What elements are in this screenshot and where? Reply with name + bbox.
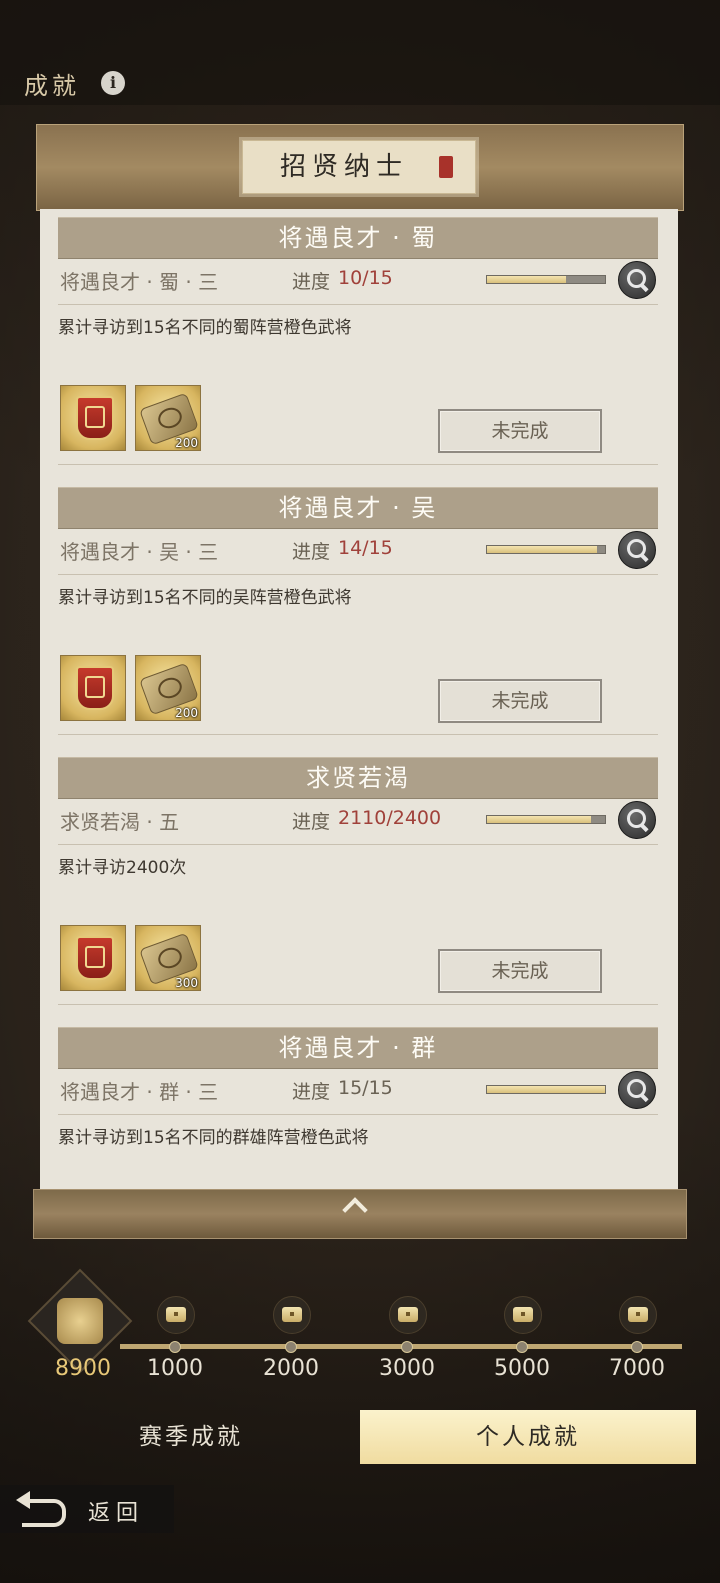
reward-badge-icon[interactable] bbox=[60, 385, 126, 451]
divider bbox=[58, 1004, 658, 1005]
divider bbox=[58, 1114, 658, 1115]
achievement-description: 累计寻访到15名不同的蜀阵营橙色武将 bbox=[58, 318, 352, 338]
reward-badge-icon[interactable] bbox=[60, 925, 126, 991]
chest-icon[interactable] bbox=[619, 1296, 657, 1334]
milestone-dot bbox=[169, 1341, 181, 1353]
progress-value: 10/15 bbox=[338, 267, 393, 289]
chest-icon[interactable] bbox=[389, 1296, 427, 1334]
chest-icon[interactable] bbox=[504, 1296, 542, 1334]
progress-label: 进度 bbox=[292, 541, 331, 563]
section-header: 将遇良才 · 吴 bbox=[58, 487, 658, 529]
achievement-description: 累计寻访到15名不同的吴阵营橙色武将 bbox=[58, 588, 352, 608]
milestone-dot bbox=[285, 1341, 297, 1353]
progress-label: 进度 bbox=[292, 271, 331, 293]
progress-label: 进度 bbox=[292, 1081, 331, 1103]
reward-quantity: 300 bbox=[175, 976, 198, 990]
progress-fill bbox=[487, 1086, 605, 1093]
milestone-dot bbox=[631, 1341, 643, 1353]
progress-value: 14/15 bbox=[338, 537, 393, 559]
reward-scroll-icon[interactable]: 300 bbox=[135, 925, 201, 991]
back-button[interactable]: 返回 bbox=[0, 1485, 174, 1533]
progress-fill bbox=[487, 816, 591, 823]
back-arrowhead-icon bbox=[16, 1491, 30, 1509]
status-button[interactable]: 未完成 bbox=[438, 679, 602, 723]
divider bbox=[58, 734, 658, 735]
achievement-name: 将遇良才 · 群 · 三 bbox=[60, 1080, 219, 1104]
progress-fill bbox=[487, 276, 566, 283]
divider bbox=[58, 464, 658, 465]
tab-personal-achievements[interactable]: 个人成就 bbox=[360, 1410, 696, 1464]
milestone-value: 1000 bbox=[147, 1356, 203, 1381]
search-icon[interactable] bbox=[618, 1071, 656, 1109]
milestone-value: 3000 bbox=[379, 1356, 435, 1381]
milestone-value: 2000 bbox=[263, 1356, 319, 1381]
achievement-name: 将遇良才 · 吴 · 三 bbox=[60, 540, 219, 564]
info-icon[interactable]: i bbox=[101, 71, 125, 95]
search-icon[interactable] bbox=[618, 261, 656, 299]
progress-bar bbox=[486, 815, 606, 824]
seal-icon bbox=[439, 156, 453, 178]
chest-icon[interactable] bbox=[273, 1296, 311, 1334]
status-button[interactable]: 未完成 bbox=[438, 409, 602, 453]
page-title: 成就 bbox=[24, 72, 80, 100]
divider bbox=[58, 574, 658, 575]
progress-label: 进度 bbox=[292, 811, 331, 833]
achievement-name: 求贤若渴 · 五 bbox=[60, 810, 180, 834]
search-icon[interactable] bbox=[618, 531, 656, 569]
progress-value: 2110/2400 bbox=[338, 807, 442, 829]
reward-scroll-icon[interactable]: 200 bbox=[135, 655, 201, 721]
milestone-dot bbox=[516, 1341, 528, 1353]
panel-title: 招贤纳士 bbox=[279, 152, 408, 182]
progress-bar bbox=[486, 1085, 606, 1094]
back-label: 返回 bbox=[88, 1501, 145, 1526]
progress-bar bbox=[486, 545, 606, 554]
divider bbox=[58, 304, 658, 305]
achievement-description: 累计寻访到15名不同的群雄阵营橙色武将 bbox=[58, 1128, 369, 1148]
milestone-dot bbox=[401, 1341, 413, 1353]
milestone-value: 5000 bbox=[494, 1356, 550, 1381]
reward-quantity: 200 bbox=[175, 436, 198, 450]
reward-quantity: 200 bbox=[175, 706, 198, 720]
section-header: 求贤若渴 bbox=[58, 757, 658, 799]
achievement-description: 累计寻访2400次 bbox=[58, 858, 187, 878]
current-points: 8900 bbox=[55, 1356, 111, 1381]
chest-icon[interactable] bbox=[157, 1296, 195, 1334]
divider bbox=[58, 844, 658, 845]
tab-season-achievements[interactable]: 赛季成就 bbox=[23, 1410, 359, 1464]
panel-title-plaque: 招贤纳士 bbox=[242, 140, 476, 194]
milestone-value: 7000 bbox=[609, 1356, 665, 1381]
reward-badge-icon[interactable] bbox=[60, 655, 126, 721]
search-icon[interactable] bbox=[618, 801, 656, 839]
progress-fill bbox=[487, 546, 598, 553]
section-header: 将遇良才 · 蜀 bbox=[58, 217, 658, 259]
section-header: 将遇良才 · 群 bbox=[58, 1027, 658, 1069]
reward-scroll-icon[interactable]: 200 bbox=[135, 385, 201, 451]
progress-value: 15/15 bbox=[338, 1077, 393, 1099]
status-button[interactable]: 未完成 bbox=[438, 949, 602, 993]
achievement-list[interactable]: 将遇良才 · 蜀 将遇良才 · 蜀 · 三 进度 10/15 累计寻访到15名不… bbox=[40, 209, 678, 1189]
progress-bar bbox=[486, 275, 606, 284]
achievement-name: 将遇良才 · 蜀 · 三 bbox=[60, 270, 219, 294]
